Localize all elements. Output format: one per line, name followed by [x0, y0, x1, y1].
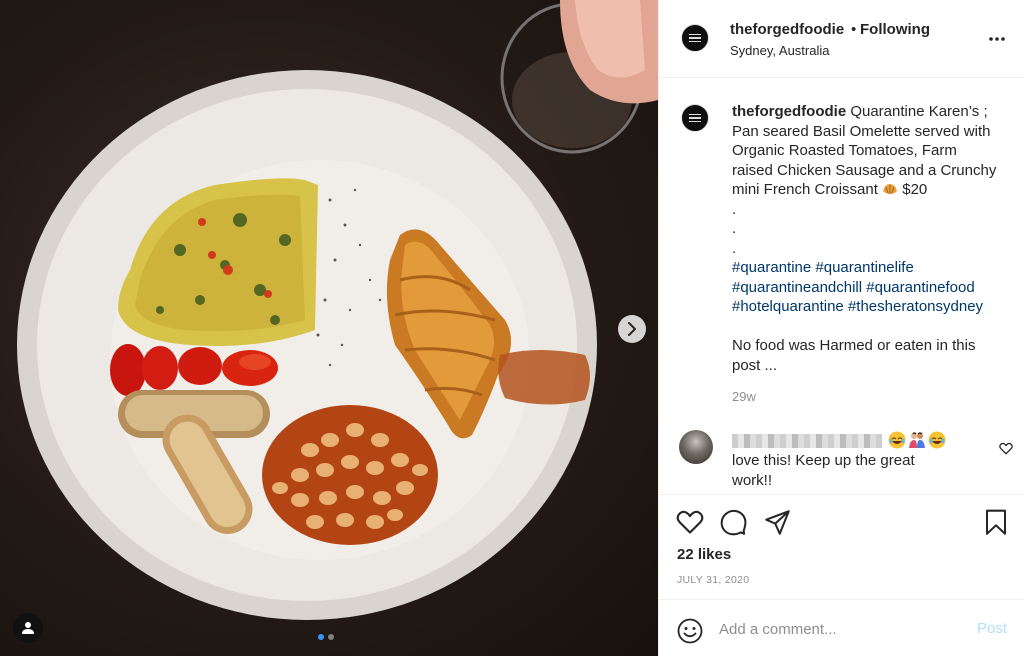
tagged-users-button[interactable] [13, 613, 43, 643]
following-button[interactable]: Following [860, 21, 930, 38]
comment-bubble-icon [720, 509, 747, 536]
post-actions: 22 likes JULY 31, 2020 Post [659, 494, 1024, 656]
comment-input[interactable] [719, 618, 959, 640]
paper-plane-icon [765, 510, 790, 535]
caption-username[interactable]: theforgedfoodie [732, 103, 846, 120]
comment-emojis [888, 431, 946, 449]
caption-line: Pan seared Basil Omelette served with [732, 122, 991, 140]
bookmark-icon [985, 509, 1007, 535]
post-date: JULY 31, 2020 [677, 574, 750, 586]
heart-outline-icon [676, 510, 704, 534]
laughing-emoji-icon [888, 431, 906, 449]
share-button[interactable] [764, 509, 791, 541]
commenter-avatar[interactable] [679, 430, 713, 464]
caption-line: Organic Roasted Tomatoes, Farm [732, 142, 957, 159]
laughing-emoji-icon [928, 431, 946, 449]
caption-avatar[interactable] [681, 104, 709, 132]
comment-line: love this! Keep up the great [732, 452, 915, 469]
add-comment-bar: Post [659, 599, 1024, 656]
comment-text: love this! Keep up the great work!! [732, 451, 952, 490]
caption-dot: . [732, 239, 737, 257]
post-side-panel: theforgedfoodie • Following Sydney, Aust… [658, 0, 1024, 656]
people-hugging-emoji-icon [909, 432, 925, 448]
save-button[interactable] [984, 509, 1008, 541]
more-options-button[interactable] [989, 28, 1005, 46]
brand-logo-icon [689, 32, 701, 45]
author-username[interactable]: theforgedfoodie [730, 21, 844, 38]
separator-dot: • [851, 21, 857, 38]
caption-note: No food was Harmed or eaten in this [732, 337, 976, 354]
carousel-dot-active [318, 634, 324, 640]
chevron-right-icon [628, 322, 636, 336]
post-location[interactable]: Sydney, Australia [730, 43, 829, 58]
post-header: theforgedfoodie • Following Sydney, Aust… [659, 0, 1024, 78]
food-plate-image [17, 0, 658, 620]
caption-line: Quarantine Karen’s ; [850, 103, 988, 120]
hashtag-link[interactable]: #quarantine [732, 259, 811, 276]
caption-timestamp[interactable]: 29w [732, 389, 756, 404]
heart-outline-icon [999, 442, 1013, 455]
carousel-dot [328, 634, 334, 640]
hashtag-link[interactable]: #hotelquarantine [732, 298, 844, 315]
caption-text: theforgedfoodie Quarantine Karen’s ; Pan… [732, 102, 1022, 375]
hashtag-link[interactable]: #quarantinelife [815, 259, 913, 276]
next-photo-button[interactable] [618, 315, 646, 343]
more-options-icon [989, 37, 1005, 41]
like-comment-button[interactable] [999, 442, 1013, 460]
post-comment-button[interactable]: Post [977, 620, 1007, 637]
post-photo[interactable] [0, 0, 658, 656]
hashtag-link[interactable]: #quarantineandchill [732, 279, 862, 296]
comment-line: work!! [732, 471, 773, 489]
caption-note: post ... [732, 356, 778, 374]
user-icon [22, 622, 34, 634]
brand-logo-icon [689, 112, 701, 125]
hashtag-link[interactable]: #thesheratonsydney [848, 298, 983, 315]
croissant-emoji-icon [883, 184, 898, 194]
likes-count[interactable]: 22 likes [677, 546, 731, 563]
author-avatar[interactable] [681, 24, 709, 52]
caption-dot: . [732, 220, 737, 237]
emoji-picker-button[interactable] [677, 618, 703, 649]
caption-line: raised Chicken Sausage and a Crunchy [732, 161, 997, 179]
like-button[interactable] [676, 509, 704, 540]
carousel-indicator [318, 634, 334, 640]
caption-dot: . [732, 200, 737, 218]
smiley-face-icon [677, 618, 703, 644]
hashtag-link[interactable]: #quarantinefood [866, 279, 974, 296]
caption-price: $20 [902, 181, 928, 198]
caption-line: mini French Croissant [732, 181, 878, 198]
blurred-username [732, 434, 882, 448]
comment-button[interactable] [720, 509, 747, 541]
